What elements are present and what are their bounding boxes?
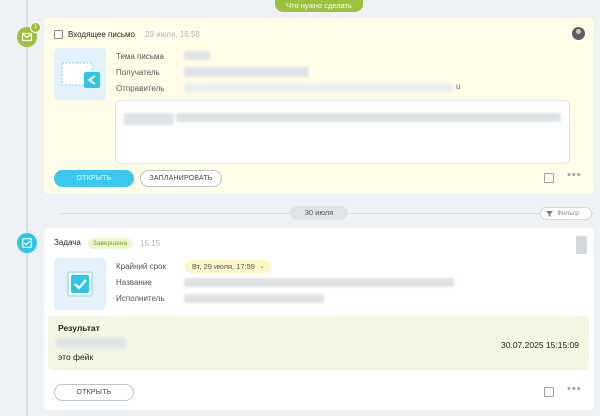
envelope-icon: [22, 32, 32, 42]
deadline-text: Вт, 29 июля, 17:59: [192, 262, 255, 271]
todo-banner[interactable]: Что нужно сделать: [275, 0, 363, 12]
email-preview-box[interactable]: [115, 100, 570, 164]
deadline-value[interactable]: Вт, 29 июля, 17:59 ⌄: [185, 260, 271, 273]
task-result-box: Результат 30.07.2025 15:15:09 это фейк: [48, 316, 589, 370]
filter-button[interactable]: Фильтр: [540, 207, 592, 220]
checkbox-icon: [22, 238, 32, 248]
filter-label: Фильтр: [557, 210, 579, 217]
email-card-title: Входящее письмо: [68, 30, 135, 39]
task-name-redacted[interactable]: [184, 278, 454, 287]
preview-line-redacted: [124, 113, 174, 125]
subject-value-redacted: [184, 51, 210, 60]
email-count-badge: 1: [30, 22, 41, 33]
open-email-button[interactable]: ОТКРЫТЬ: [54, 170, 134, 187]
task-thumbnail: [54, 258, 106, 310]
sender-suffix: u: [456, 82, 461, 91]
result-title: Результат: [58, 323, 100, 333]
incoming-email-card: Входящее письмо 29 июля, 16:58 Тема пись…: [44, 18, 594, 194]
note-icon[interactable]: [544, 173, 554, 183]
date-separator: 30 июля: [290, 206, 348, 220]
more-dots-icon[interactable]: •••: [567, 169, 582, 181]
sender-value-redacted[interactable]: [184, 84, 454, 92]
sender-label: Отправитель: [116, 84, 165, 93]
task-card-title: Задача: [54, 238, 81, 247]
chevron-down-icon: ⌄: [259, 263, 265, 270]
name-label: Название: [116, 278, 152, 287]
assignee-label: Исполнитель: [116, 294, 165, 303]
task-badge-icon: [17, 233, 37, 253]
result-datetime: 30.07.2025 15:15:09: [501, 340, 579, 350]
result-author-redacted: [56, 338, 126, 348]
recipient-label: Получатель: [116, 68, 160, 77]
email-select-checkbox[interactable]: [54, 30, 63, 39]
open-task-button[interactable]: ОТКРЫТЬ: [54, 384, 134, 401]
task-status-badge: Завершена: [88, 238, 132, 249]
deadline-label: Крайний срок: [116, 262, 167, 271]
note-icon[interactable]: [544, 387, 554, 397]
schedule-button[interactable]: ЗАПЛАНИРОВАТЬ: [140, 170, 222, 187]
subject-label: Тема письма: [116, 52, 164, 61]
result-text: это фейк: [58, 352, 94, 362]
timeline-line: [26, 0, 28, 416]
email-thumbnail: [54, 48, 106, 100]
preview-line-redacted: [176, 113, 561, 122]
avatar[interactable]: [572, 27, 585, 40]
recipient-value-redacted[interactable]: [184, 67, 309, 77]
task-card: Задача Завершена 15:15 Крайний срок Вт, …: [44, 228, 594, 410]
email-envelope-icon: [61, 62, 100, 88]
task-time: 15:15: [140, 239, 161, 248]
funnel-icon: [546, 211, 553, 217]
task-side-marker: [576, 236, 587, 254]
more-dots-icon[interactable]: •••: [567, 383, 582, 395]
assignee-redacted[interactable]: [184, 294, 324, 303]
email-timestamp: 29 июля, 16:58: [145, 30, 200, 39]
task-checkbox-icon: [67, 271, 93, 297]
